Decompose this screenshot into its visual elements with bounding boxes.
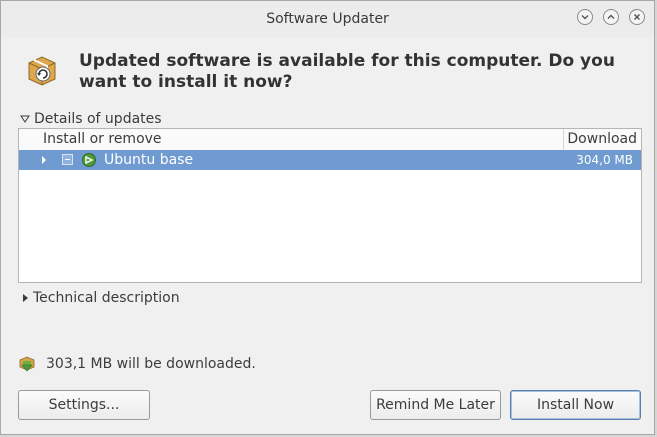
item-checkbox[interactable] bbox=[62, 154, 73, 165]
technical-expander[interactable]: Technical description bbox=[22, 290, 180, 306]
update-headline: Updated software is available for this c… bbox=[79, 51, 615, 92]
technical-expander-label: Technical description bbox=[33, 290, 180, 306]
item-size: 304,0 MB bbox=[576, 153, 633, 167]
software-updater-window: Software Updater Updated software is ava… bbox=[0, 0, 655, 435]
triangle-down-icon bbox=[20, 115, 30, 123]
triangle-right-icon bbox=[23, 294, 28, 302]
chevron-up-icon bbox=[607, 14, 615, 19]
column-header-name[interactable]: Install or remove bbox=[19, 129, 564, 150]
software-update-icon bbox=[28, 56, 56, 86]
download-summary: 303,1 MB will be downloaded. bbox=[46, 356, 256, 372]
column-header-size[interactable]: Download bbox=[565, 129, 642, 150]
remind-me-later-button[interactable]: Remind Me Later bbox=[370, 390, 501, 420]
title-bar[interactable]: Software Updater bbox=[1, 1, 654, 37]
triangle-right-icon[interactable] bbox=[41, 156, 47, 164]
download-package-icon bbox=[19, 356, 35, 372]
close-button[interactable] bbox=[629, 9, 645, 25]
details-expander[interactable]: Details of updates bbox=[20, 111, 162, 127]
update-list[interactable]: Install or remove Download Ubuntu base 3… bbox=[18, 128, 642, 283]
install-now-button[interactable]: Install Now bbox=[510, 390, 641, 420]
list-item[interactable]: Ubuntu base 304,0 MB bbox=[19, 150, 641, 170]
details-expander-label: Details of updates bbox=[34, 111, 162, 127]
chevron-down-icon bbox=[581, 15, 589, 20]
window-title: Software Updater bbox=[266, 11, 389, 27]
close-icon bbox=[634, 14, 640, 20]
settings-button[interactable]: Settings... bbox=[18, 390, 150, 420]
minimize-button[interactable] bbox=[577, 9, 593, 25]
ubuntu-package-icon bbox=[82, 153, 96, 167]
maximize-button[interactable] bbox=[603, 9, 619, 25]
list-header: Install or remove Download bbox=[19, 129, 641, 151]
item-label: Ubuntu base bbox=[104, 152, 194, 168]
